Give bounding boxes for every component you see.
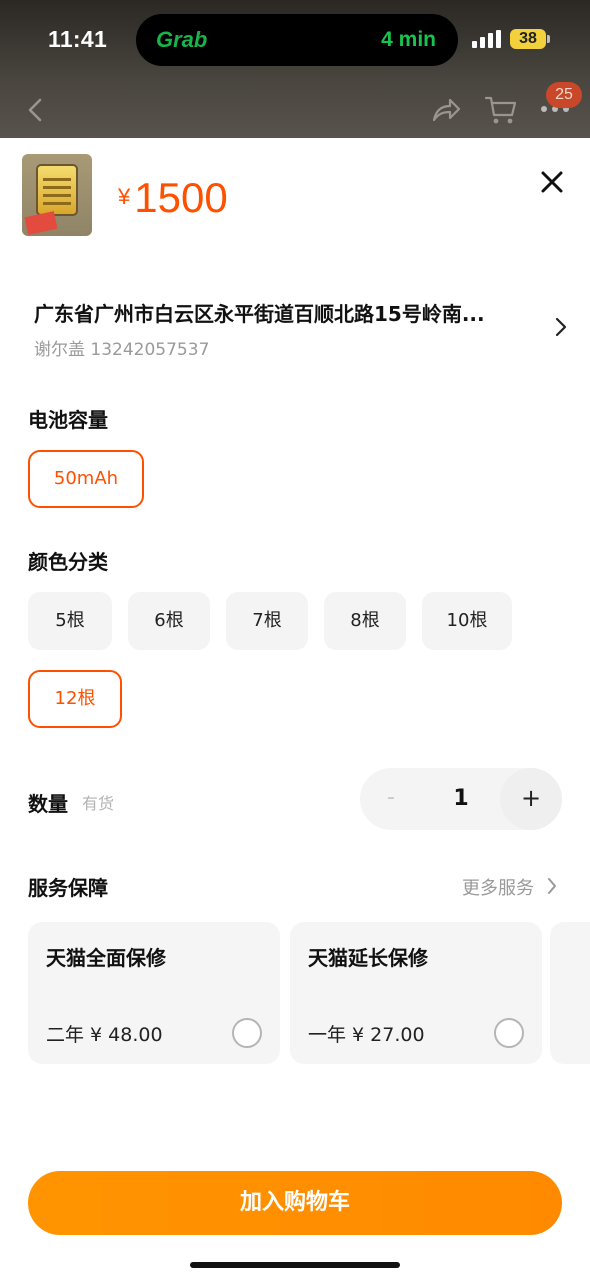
service-card-next[interactable]	[550, 922, 590, 1064]
decrease-button[interactable]: -	[360, 768, 422, 830]
battery-tip	[547, 35, 550, 43]
notification-badge: 25	[546, 82, 582, 108]
share-icon[interactable]	[430, 94, 462, 126]
price-value: 1500	[134, 174, 228, 221]
increase-button[interactable]: +	[500, 768, 562, 830]
address-contact: 谢尔盖 13242057537	[34, 340, 210, 360]
color-category-title: 颜色分类	[28, 550, 108, 574]
product-image-device	[36, 164, 78, 216]
battery-capacity-title: 电池容量	[28, 408, 108, 432]
island-eta: 4 min	[381, 28, 436, 51]
battery-icon: 38	[510, 29, 546, 49]
option-color-12[interactable]: 12根	[28, 670, 122, 728]
services-title: 服务保障	[28, 876, 108, 900]
service-card-extended-warranty[interactable]: 天猫延长保修 一年 ¥ 27.00	[290, 922, 542, 1064]
quantity-title: 数量	[28, 792, 68, 816]
service-radio[interactable]	[232, 1018, 262, 1048]
product-image-tag	[24, 211, 58, 235]
more-services-link[interactable]: 更多服务	[462, 874, 534, 900]
stock-status: 有货	[82, 794, 115, 813]
quantity-value[interactable]: 1	[422, 768, 500, 830]
sku-selection-sheet: ¥1500 广东省广州市白云区永平街道百顺北路15号岭南... 谢尔盖 1324…	[0, 138, 590, 1280]
service-title: 天猫全面保修	[46, 946, 166, 970]
price-currency: ¥	[118, 184, 131, 209]
address-line: 广东省广州市白云区永平街道百顺北路15号岭南...	[34, 302, 485, 326]
back-chevron-icon[interactable]	[24, 96, 48, 124]
service-radio[interactable]	[494, 1018, 524, 1048]
chevron-right-icon[interactable]	[554, 316, 568, 338]
service-price: 一年 ¥ 27.00	[308, 1024, 425, 1046]
status-time: 11:41	[48, 26, 108, 52]
island-app-name: Grab	[156, 27, 208, 52]
option-battery-50mah[interactable]: 50mAh	[28, 450, 144, 508]
service-title: 天猫延长保修	[308, 946, 428, 970]
cart-icon[interactable]	[484, 94, 518, 126]
shipping-address[interactable]: 广东省广州市白云区永平街道百顺北路15号岭南... 谢尔盖 1324205753…	[34, 298, 534, 360]
option-color-10[interactable]: 10根	[422, 592, 512, 650]
option-color-8[interactable]: 8根	[324, 592, 406, 650]
background-page-header: 11:41 Grab 4 min 38 25	[0, 0, 590, 138]
close-icon[interactable]	[538, 168, 566, 196]
signal-icon	[472, 30, 502, 48]
service-price: 二年 ¥ 48.00	[46, 1024, 163, 1046]
chevron-right-icon[interactable]	[546, 876, 558, 896]
option-color-7[interactable]: 7根	[226, 592, 308, 650]
dynamic-island[interactable]: Grab 4 min	[136, 14, 458, 66]
option-color-5[interactable]: 5根	[28, 592, 112, 650]
option-color-6[interactable]: 6根	[128, 592, 210, 650]
price: ¥1500	[118, 174, 228, 222]
add-to-cart-button[interactable]: 加入购物车	[28, 1171, 562, 1235]
quantity-stepper: - 1 +	[360, 768, 562, 830]
product-thumbnail[interactable]	[22, 154, 92, 236]
home-indicator	[190, 1262, 400, 1268]
service-card-full-warranty[interactable]: 天猫全面保修 二年 ¥ 48.00	[28, 922, 280, 1064]
